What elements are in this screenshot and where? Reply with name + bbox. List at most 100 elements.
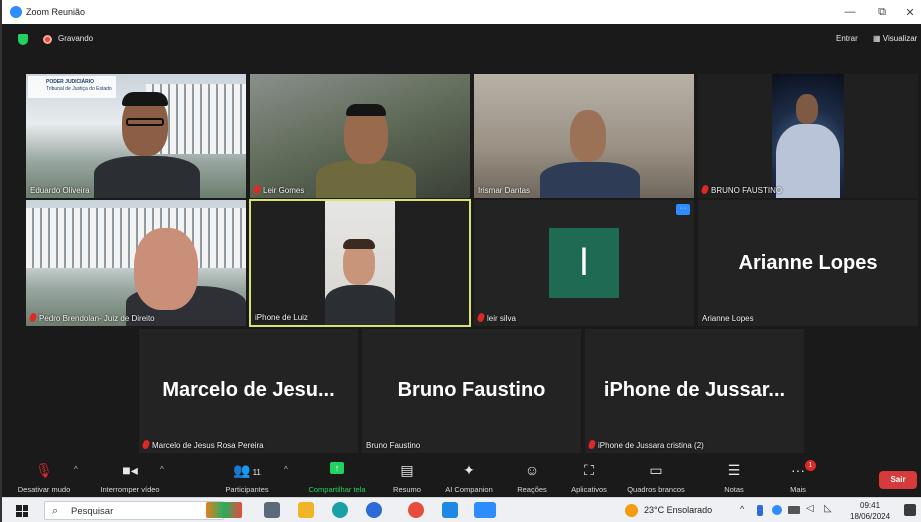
tray-chevron-icon[interactable]: ^ [740,504,744,514]
tray-app-icon[interactable] [772,505,782,515]
clock-date: 18/06/2024 [850,512,891,521]
whiteboard-icon: ▭ [649,462,663,478]
reactions-button[interactable]: ☺ Reações [508,455,556,497]
person-torso [540,162,640,198]
video-tile[interactable]: BRUNO FAUSTINO [698,74,918,198]
mic-muted-icon [700,184,710,195]
meeting-header: Gravando Entrar ▦ Visualizar [2,24,921,56]
participant-name: leir silva [476,312,516,323]
glasses [126,118,164,126]
taskbar-search-input[interactable]: ⌕ Pesquisar [44,501,224,520]
app-icon[interactable] [366,502,382,518]
task-view-icon[interactable] [264,502,280,518]
more-button[interactable]: ··· 1 Mais [778,455,818,497]
name-tile[interactable]: Bruno Faustino Bruno Faustino [362,329,581,453]
participant-name: Marcelo de Jesus Rosa Pereira [141,439,264,450]
participants-button[interactable]: 👥 11 Participantes [216,455,278,497]
notes-icon: ☰ [727,462,741,478]
enter-button[interactable]: Entrar [836,34,858,43]
minimize-button[interactable]: — [835,0,865,24]
usb-icon[interactable] [757,505,763,516]
mic-muted-icon [28,312,38,323]
share-screen-label: Compartilhar tela [308,485,366,494]
reactions-icon: ☺ [524,462,540,478]
participants-chevron-icon[interactable]: ^ [284,465,288,474]
person-head [570,110,606,162]
mic-muted-icon [587,439,597,450]
participant-name: Arianne Lopes [702,314,754,323]
windows-start-icon[interactable] [16,505,28,517]
zoom-window: Zoom Reunião — ⧉ ✕ Gravando Entrar ▦ Vis… [0,0,921,522]
stop-video-label: Interromper vídeo [100,485,160,494]
participant-name: Irismar Dantas [478,186,531,195]
security-shield-icon[interactable] [18,34,28,45]
person-head [796,94,818,124]
summary-icon: ▤ [400,462,414,478]
maximize-button[interactable]: ⧉ [867,0,897,24]
avatar-tile[interactable]: l ··· leir silva [474,200,694,326]
apps-button[interactable]: ⛶ Aplicativos [562,455,616,497]
name-tile[interactable]: Marcelo de Jesu... Marcelo de Jesus Rosa… [139,329,358,453]
battery-icon[interactable] [788,506,800,514]
notifications-icon[interactable] [904,504,916,516]
reactions-label: Reações [517,485,547,494]
share-screen-button[interactable]: ↑ Compartilhar tela [299,455,375,497]
edge-browser-icon[interactable] [332,502,348,518]
participants-label: Participantes [225,485,269,494]
weather-text[interactable]: 23°C Ensolarado [644,505,712,515]
avatar: l [549,228,619,298]
view-label: Visualizar [882,34,918,43]
participant-display-name: Marcelo de Jesu... [162,379,335,401]
participant-name: iPhone de Luiz [255,313,308,322]
court-header-subtitle: Tribunal de Justiça do Estado [46,86,112,92]
person-torso [325,285,395,325]
participants-icon: 👥 11 [233,462,261,478]
search-highlight-image-icon [206,502,242,518]
court-header-title: PODER JUDICIÁRIO [46,79,95,85]
video-tile[interactable]: Pedro Brendolan- Juiz de Direito [26,200,246,326]
file-explorer-icon[interactable] [298,502,314,518]
share-screen-icon: ↑ [330,462,344,474]
name-tile[interactable]: Arianne Lopes Arianne Lopes [698,200,918,326]
notes-button[interactable]: ☰ Notas [712,455,756,497]
clock[interactable]: 09:41 18/06/2024 [850,500,890,522]
more-label: Mais [790,485,806,494]
person-torso [776,124,840,198]
mic-muted-icon [252,184,262,195]
summary-label: Resumo [393,485,421,494]
person-torso [94,156,200,198]
participant-name: Eduardo Oliveira [30,186,90,195]
leave-button[interactable]: Sair [879,471,917,489]
tile-options-icon[interactable]: ··· [676,204,690,215]
network-icon[interactable]: ◺ [824,503,832,514]
document-app-icon[interactable] [442,502,458,518]
video-tile-active-speaker[interactable]: iPhone de Luiz [249,199,471,327]
participant-name: Bruno Faustino [366,441,421,450]
zoom-taskbar-icon[interactable] [474,502,496,518]
name-tile[interactable]: iPhone de Jussar... iPhone de Jussara cr… [585,329,804,453]
unmute-button[interactable]: 🎙 Desativar mudo [2,455,86,497]
search-placeholder: Pesquisar [71,506,114,517]
video-tile[interactable]: Leir Gomes [250,74,470,198]
video-tile[interactable]: PODER JUDICIÁRIO Tribunal de Justiça do … [26,74,246,198]
video-options-chevron-icon[interactable]: ^ [160,465,164,474]
close-button[interactable]: ✕ [895,0,921,24]
hair [346,104,386,116]
audio-options-chevron-icon[interactable]: ^ [74,465,78,474]
notes-label: Notas [724,485,744,494]
unmute-label: Desativar mudo [17,485,71,494]
chrome-icon[interactable] [408,502,424,518]
whiteboards-button[interactable]: ▭ Quadros brancos [620,455,692,497]
person-head [134,228,198,310]
stop-video-button[interactable]: ■◂ Interromper vídeo [90,455,170,497]
more-icon: ··· [791,462,805,478]
ai-companion-button[interactable]: ✦ AI Companion [436,455,502,497]
speaker-icon[interactable]: ◁ [806,503,814,514]
sparkle-icon: ✦ [463,462,475,478]
participant-display-name: iPhone de Jussar... [603,379,786,401]
view-button[interactable]: ▦ Visualizar [873,34,917,43]
summary-button[interactable]: ▤ Resumo [382,455,432,497]
participant-name: iPhone de Jussara cristina (2) [587,439,704,450]
video-tile[interactable]: Irismar Dantas [474,74,694,198]
person-torso [316,160,416,198]
